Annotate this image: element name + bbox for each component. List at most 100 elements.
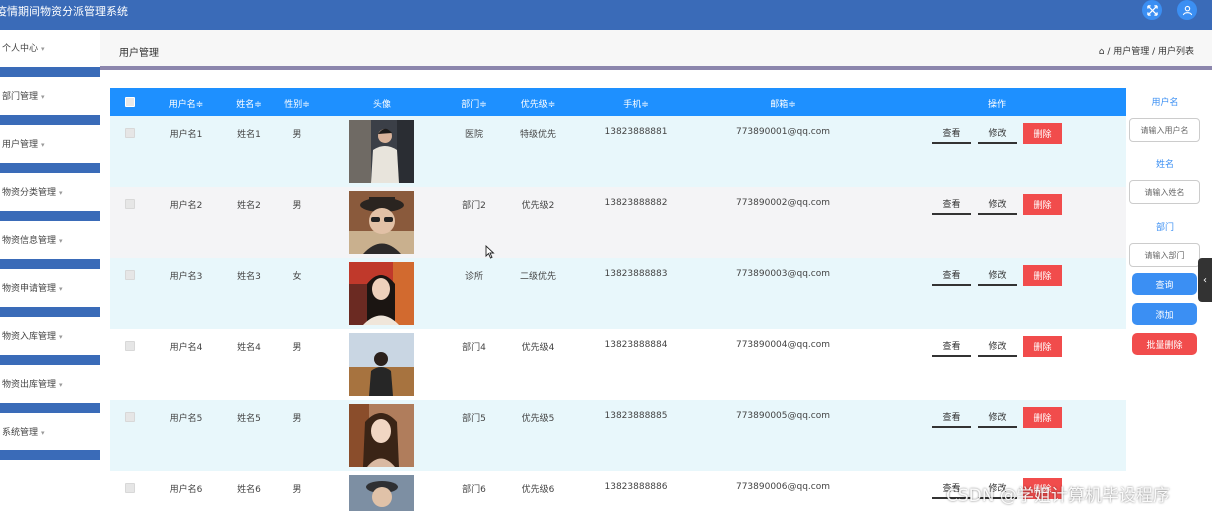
cursor-icon: [485, 245, 495, 259]
column-header-priority[interactable]: 优先级≑: [521, 97, 556, 110]
view-button[interactable]: 查看: [932, 265, 971, 286]
chevron-down-icon: ▾: [41, 141, 45, 149]
column-header-name[interactable]: 姓名≑: [236, 97, 262, 110]
view-button[interactable]: 查看: [932, 123, 971, 144]
cell-department: 医院: [464, 130, 484, 140]
sidebar-divider: [0, 211, 100, 221]
chevron-left-icon[interactable]: ‹: [1198, 258, 1212, 302]
sidebar-item-department[interactable]: 部门管理 ▾: [0, 78, 100, 114]
column-header-gender[interactable]: 性别≑: [284, 97, 310, 110]
edit-button[interactable]: 修改: [978, 265, 1017, 286]
chevron-down-icon: ▾: [59, 189, 63, 197]
sidebar-item-material-request[interactable]: 物资申请管理 ▾: [0, 270, 100, 306]
chevron-down-icon: ▾: [59, 381, 63, 389]
row-checkbox[interactable]: [125, 341, 135, 351]
sidebar-item-stock-in[interactable]: 物资入库管理 ▾: [0, 318, 100, 354]
sidebar-divider: [0, 259, 100, 269]
row-checkbox[interactable]: [125, 483, 135, 493]
row-checkbox[interactable]: [125, 270, 135, 280]
sidebar-divider: [0, 450, 100, 460]
delete-button[interactable]: 删除: [1023, 265, 1062, 286]
username-filter-label: 用户名: [1151, 98, 1179, 108]
avatar: [349, 120, 414, 183]
cell-phone: 13823888883: [604, 269, 668, 279]
header-divider: [100, 66, 1212, 70]
avatar: [349, 191, 414, 254]
cell-email: 773890003@qq.com: [735, 269, 831, 279]
dept-filter-label: 部门: [1155, 223, 1175, 233]
sidebar-item-label: 物资信息管理: [2, 236, 57, 246]
sidebar-item-stock-out[interactable]: 物资出库管理 ▾: [0, 366, 100, 402]
sidebar-item-system[interactable]: 系统管理 ▾: [0, 414, 100, 450]
cell-email: 773890002@qq.com: [735, 198, 831, 208]
sidebar-item-personal-center[interactable]: 个人中心 ▾: [0, 30, 100, 66]
column-header-email[interactable]: 邮箱≑: [770, 97, 796, 110]
cell-email: 773890001@qq.com: [735, 127, 831, 137]
sidebar-divider: [0, 115, 100, 125]
chevron-down-icon: ▾: [41, 429, 45, 437]
sidebar-item-material-category[interactable]: 物资分类管理 ▾: [0, 174, 100, 210]
batch-delete-button[interactable]: 批量删除: [1132, 333, 1197, 355]
column-header-phone[interactable]: 手机≑: [623, 97, 649, 110]
delete-button[interactable]: 删除: [1023, 194, 1062, 215]
cell-department: 诊所: [464, 272, 484, 282]
edit-button[interactable]: 修改: [978, 123, 1017, 144]
sidebar: 个人中心 ▾ 部门管理 ▾ 用户管理 ▾ 物资分类管理 ▾ 物资信息管理 ▾ 物资申请管理…: [0, 30, 100, 511]
content-header: [100, 30, 1212, 66]
cell-email: 773890005@qq.com: [735, 411, 831, 421]
chevron-down-icon: ▾: [41, 45, 45, 53]
column-header-username[interactable]: 用户名≑: [169, 97, 204, 110]
sidebar-item-label: 物资分类管理: [2, 188, 57, 198]
name-filter-input[interactable]: 请输入姓名: [1129, 180, 1200, 204]
cell-priority: 优先级6: [521, 485, 555, 495]
edit-button[interactable]: 修改: [978, 336, 1017, 357]
breadcrumb[interactable]: ⌂ / 用户管理 / 用户列表: [1099, 44, 1194, 57]
cell-name: 姓名3: [237, 272, 261, 282]
delete-button[interactable]: 删除: [1023, 407, 1062, 428]
add-button[interactable]: 添加: [1132, 303, 1197, 325]
delete-button[interactable]: 删除: [1023, 336, 1062, 357]
name-filter-label: 姓名: [1155, 160, 1175, 170]
cell-priority: 优先级2: [521, 201, 555, 211]
sidebar-item-users[interactable]: 用户管理 ▾: [0, 126, 100, 162]
delete-button[interactable]: 删除: [1023, 123, 1062, 144]
edit-button[interactable]: 修改: [978, 407, 1017, 428]
cell-username: 用户名6: [169, 485, 203, 495]
table-row: 用户名1 姓名1 男 医院 特级优先 13823888881 773890001…: [110, 116, 1126, 187]
fullscreen-icon[interactable]: [1142, 0, 1162, 20]
user-icon[interactable]: [1177, 0, 1197, 20]
sidebar-item-material-info[interactable]: 物资信息管理 ▾: [0, 222, 100, 258]
chevron-down-icon: ▾: [59, 237, 63, 245]
view-button[interactable]: 查看: [932, 407, 971, 428]
cell-username: 用户名4: [169, 343, 203, 353]
cell-department: 部门5: [462, 414, 486, 424]
view-button[interactable]: 查看: [932, 194, 971, 215]
sidebar-item-label: 系统管理: [2, 428, 39, 438]
cell-gender: 男: [292, 201, 302, 211]
select-all-checkbox[interactable]: [125, 97, 135, 107]
row-checkbox[interactable]: [125, 199, 135, 209]
sidebar-divider: [0, 355, 100, 365]
cell-phone: 13823888881: [604, 127, 668, 137]
sidebar-divider: [0, 403, 100, 413]
cell-phone: 13823888882: [604, 198, 668, 208]
chevron-down-icon: ▾: [41, 93, 45, 101]
username-filter-input[interactable]: 请输入用户名: [1129, 118, 1200, 142]
row-checkbox[interactable]: [125, 128, 135, 138]
cell-department: 部门2: [462, 201, 486, 211]
sidebar-divider: [0, 67, 100, 77]
row-checkbox[interactable]: [125, 412, 135, 422]
dept-filter-input[interactable]: 请输入部门: [1129, 243, 1200, 267]
search-button[interactable]: 查询: [1132, 273, 1197, 295]
table-row: 用户名4 姓名4 男 部门4 优先级4 13823888884 77389000…: [110, 329, 1126, 400]
column-header-department[interactable]: 部门≑: [461, 97, 487, 110]
top-bar: 疫情期间物资分派管理系统: [0, 0, 1212, 30]
edit-button[interactable]: 修改: [978, 194, 1017, 215]
column-header-actions: 操作: [987, 100, 1007, 110]
avatar: [349, 333, 414, 396]
chevron-down-icon: ▾: [59, 333, 63, 341]
cell-gender: 男: [292, 485, 302, 495]
avatar: [349, 475, 414, 511]
view-button[interactable]: 查看: [932, 336, 971, 357]
cell-department: 部门6: [462, 485, 486, 495]
